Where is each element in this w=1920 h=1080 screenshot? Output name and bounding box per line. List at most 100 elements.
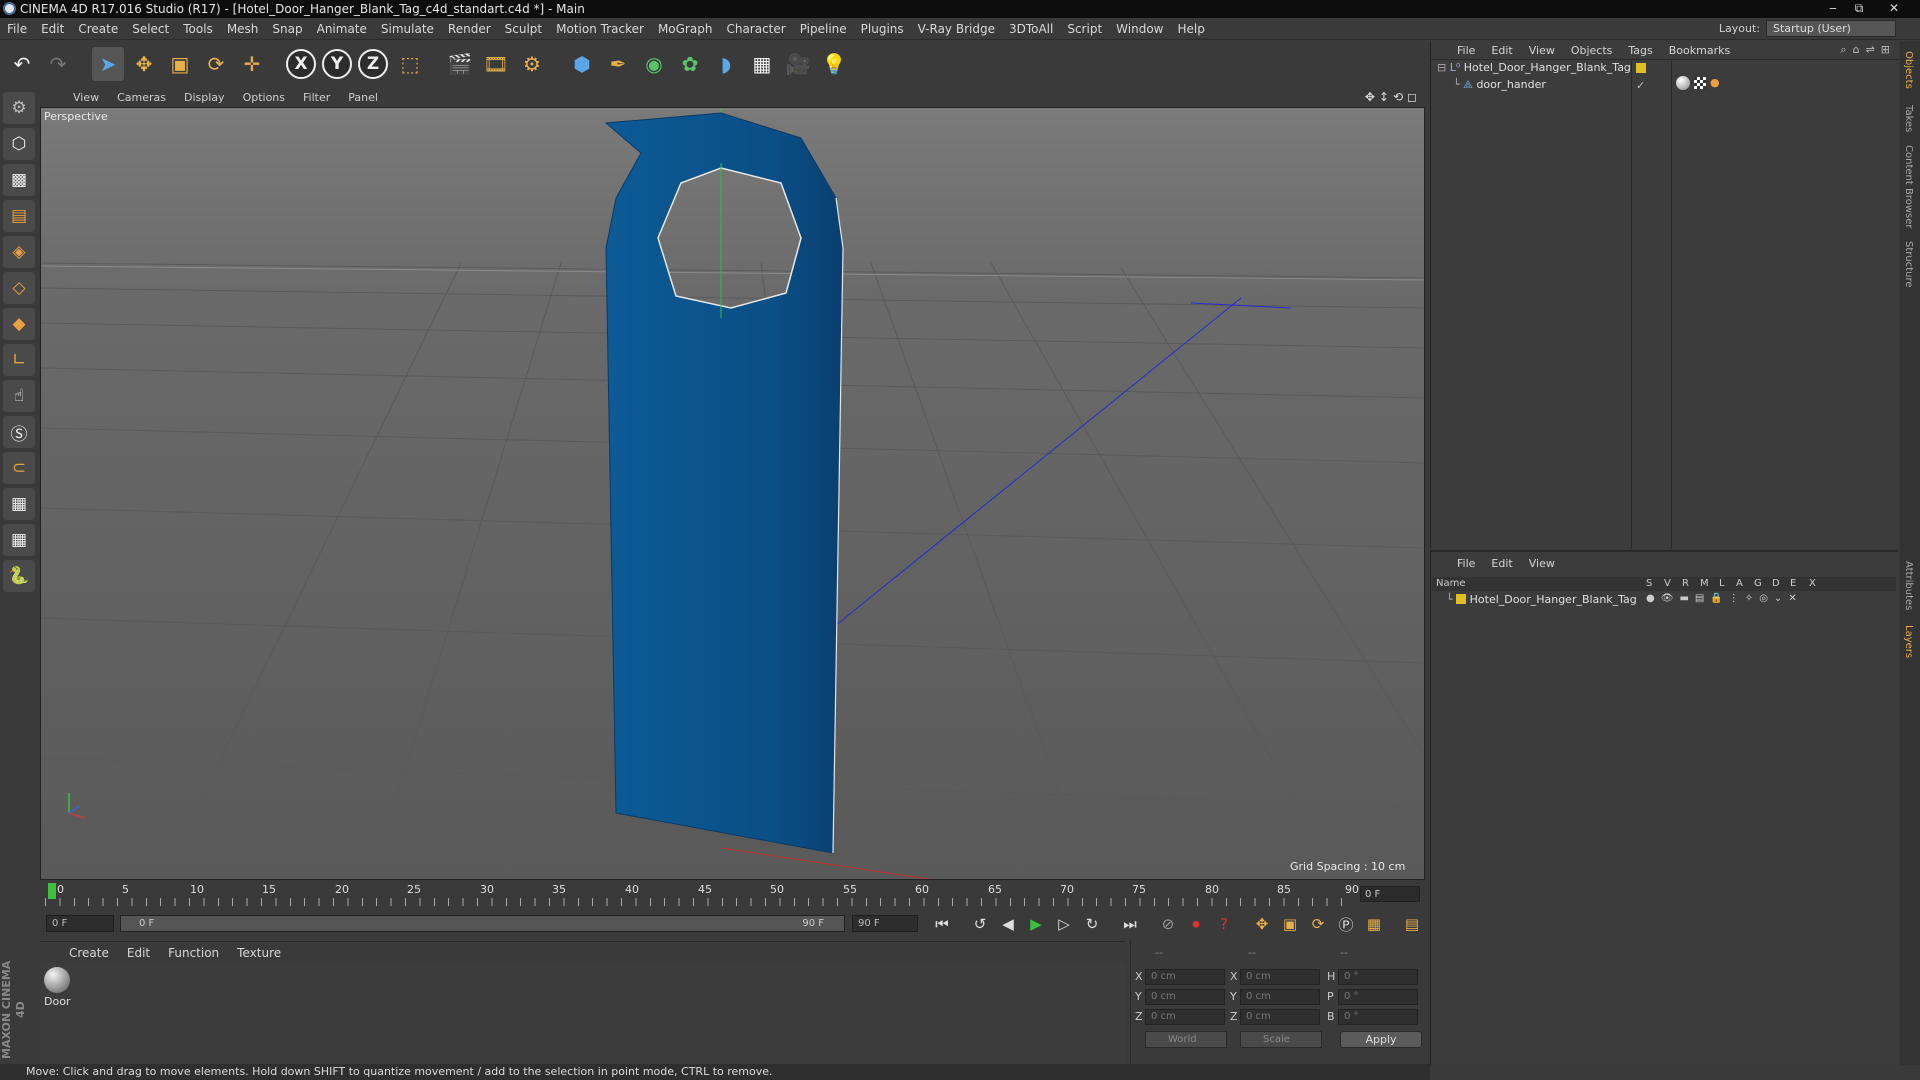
- subdivision-icon[interactable]: ◉: [638, 47, 670, 81]
- tab-objects[interactable]: Objects: [1903, 51, 1914, 89]
- phong-tag-icon[interactable]: ●: [1710, 76, 1720, 89]
- menu-character[interactable]: Character: [719, 22, 792, 36]
- expand-icon[interactable]: ⊟: [1437, 61, 1446, 74]
- manager-toggle-icon[interactable]: ▤: [1695, 593, 1704, 604]
- material-preview-ball[interactable]: [44, 967, 70, 993]
- home-icon[interactable]: ⌂: [1853, 43, 1860, 57]
- select-arrow-icon[interactable]: ➤: [92, 47, 124, 81]
- go-to-start-icon[interactable]: ⏮: [930, 912, 954, 936]
- viewport-menu-view[interactable]: View: [64, 91, 108, 104]
- lock-toggle-icon[interactable]: 🔒: [1710, 593, 1722, 604]
- deformer-icon[interactable]: ◗: [710, 47, 742, 81]
- menu-script[interactable]: Script: [1060, 22, 1109, 36]
- make-editable-icon[interactable]: ⚙: [3, 92, 35, 124]
- generators-toggle-icon[interactable]: ✧: [1745, 593, 1753, 604]
- edges-mode-icon[interactable]: ◇: [3, 272, 35, 304]
- previous-frame-icon[interactable]: ◀: [996, 912, 1020, 936]
- viewport-menu-options[interactable]: Options: [234, 91, 294, 104]
- menu-simulate[interactable]: Simulate: [374, 22, 441, 36]
- scale-icon[interactable]: ▣: [164, 47, 196, 81]
- size-x-field[interactable]: 0 cm: [1240, 969, 1320, 985]
- layer-menu-edit[interactable]: Edit: [1483, 557, 1520, 570]
- points-mode-icon[interactable]: ◈: [3, 236, 35, 268]
- menu-sculpt[interactable]: Sculpt: [498, 22, 549, 36]
- layer-color-swatch[interactable]: [1456, 594, 1467, 604]
- menu-select[interactable]: Select: [125, 22, 176, 36]
- perspective-viewport[interactable]: [40, 107, 1425, 880]
- key-pla-icon[interactable]: ▦: [1362, 912, 1386, 936]
- object-name[interactable]: door_hander: [1476, 78, 1545, 91]
- end-frame-field[interactable]: 90 F: [852, 915, 918, 932]
- apply-button[interactable]: Apply: [1340, 1031, 1422, 1048]
- render-picture-viewer-icon[interactable]: 🎞: [480, 47, 512, 81]
- minimize-button[interactable]: ‒: [1822, 0, 1844, 16]
- tab-takes[interactable]: Takes: [1903, 105, 1914, 132]
- previous-key-icon[interactable]: ↺: [968, 912, 992, 936]
- key-rotation-icon[interactable]: ⟳: [1306, 912, 1330, 936]
- viewport-menu-cameras[interactable]: Cameras: [108, 91, 175, 104]
- object-menu-tags[interactable]: Tags: [1620, 44, 1660, 57]
- menu-window[interactable]: Window: [1109, 22, 1170, 36]
- search-icon[interactable]: ⌕: [1840, 43, 1846, 57]
- z-axis-lock-button[interactable]: Z: [358, 49, 388, 79]
- object-menu-view[interactable]: View: [1521, 44, 1563, 57]
- object-name[interactable]: Hotel_Door_Hanger_Blank_Tag: [1464, 61, 1631, 74]
- camera-icon[interactable]: 🎥: [782, 47, 814, 81]
- size-z-field[interactable]: 0 cm: [1240, 1009, 1320, 1025]
- menu-motion-tracker[interactable]: Motion Tracker: [549, 22, 651, 36]
- xref-toggle-icon[interactable]: ✕: [1788, 593, 1796, 604]
- preview-range-slider[interactable]: 0 F 90 F: [120, 915, 845, 932]
- rotation-p-field[interactable]: 0 °: [1338, 989, 1418, 1005]
- tab-content-browser[interactable]: Content Browser: [1903, 145, 1914, 228]
- view-toggle-icon[interactable]: 👁: [1661, 593, 1674, 604]
- timeline-ruler[interactable]: 0 5 10 15 20 25 30 35 40 45 50 55 60 65 …: [40, 880, 1425, 910]
- layout-select[interactable]: Startup (User): [1766, 20, 1896, 37]
- keyframe-selection-icon[interactable]: ⊘: [1156, 912, 1180, 936]
- deformers-toggle-icon[interactable]: ◎: [1759, 593, 1768, 604]
- viewport-menu-filter[interactable]: Filter: [294, 91, 339, 104]
- menu-tools[interactable]: Tools: [176, 22, 220, 36]
- render-settings-icon[interactable]: ⚙: [516, 47, 548, 81]
- menu-mesh[interactable]: Mesh: [220, 22, 266, 36]
- object-row[interactable]: ⊟ L⁰ Hotel_Door_Hanger_Blank_Tag: [1437, 61, 1631, 74]
- light-icon[interactable]: 💡: [818, 47, 850, 81]
- material-menu-edit[interactable]: Edit: [118, 946, 159, 960]
- cube-primitive-icon[interactable]: ⬢: [566, 47, 598, 81]
- viewport-menu-display[interactable]: Display: [175, 91, 234, 104]
- texture-tag-icon[interactable]: [1694, 77, 1706, 89]
- menu-snap[interactable]: Snap: [265, 22, 309, 36]
- next-key-icon[interactable]: ↻: [1080, 912, 1104, 936]
- position-z-field[interactable]: 0 cm: [1145, 1009, 1225, 1025]
- object-menu-file[interactable]: File: [1449, 44, 1483, 57]
- position-y-field[interactable]: 0 cm: [1145, 989, 1225, 1005]
- viewport-rotate-icon[interactable]: ⟲: [1393, 90, 1403, 104]
- floor-icon[interactable]: ▦: [746, 47, 778, 81]
- layer-name[interactable]: Hotel_Door_Hanger_Blank_Tag: [1470, 593, 1637, 606]
- transform-icon[interactable]: ✛: [236, 47, 268, 81]
- viewport-move-icon[interactable]: ✥: [1365, 90, 1375, 104]
- x-axis-lock-button[interactable]: X: [286, 49, 316, 79]
- menu-file[interactable]: File: [0, 22, 34, 36]
- play-icon[interactable]: ▶: [1024, 912, 1048, 936]
- polygons-mode-icon[interactable]: ◆: [3, 308, 35, 340]
- coordinate-space-dropdown[interactable]: World: [1145, 1031, 1227, 1048]
- redo-icon[interactable]: ↷: [42, 47, 74, 81]
- material-menu-texture[interactable]: Texture: [228, 946, 290, 960]
- menu-vray-bridge[interactable]: V-Ray Bridge: [911, 22, 1002, 36]
- viewport-menu-panel[interactable]: Panel: [339, 91, 387, 104]
- menu-help[interactable]: Help: [1170, 22, 1211, 36]
- render-toggle-icon[interactable]: ▬: [1679, 593, 1688, 604]
- viewport-zoom-icon[interactable]: ↕: [1379, 90, 1389, 104]
- position-x-field[interactable]: 0 cm: [1145, 969, 1225, 985]
- material-tag-icon[interactable]: [1676, 76, 1690, 90]
- tab-structure[interactable]: Structure: [1903, 241, 1914, 288]
- rotation-h-field[interactable]: 0 °: [1338, 969, 1418, 985]
- y-axis-lock-button[interactable]: Y: [322, 49, 352, 79]
- record-keys-icon[interactable]: ⏺: [1184, 912, 1208, 936]
- timeline-layout-icon[interactable]: ▤: [1400, 912, 1424, 936]
- material-menu-create[interactable]: Create: [60, 946, 118, 960]
- menu-pipeline[interactable]: Pipeline: [793, 22, 854, 36]
- workplane-icon[interactable]: ▤: [3, 200, 35, 232]
- magnet-icon[interactable]: ⊂: [3, 452, 35, 484]
- object-row[interactable]: └ ⟁ door_hander: [1453, 78, 1546, 92]
